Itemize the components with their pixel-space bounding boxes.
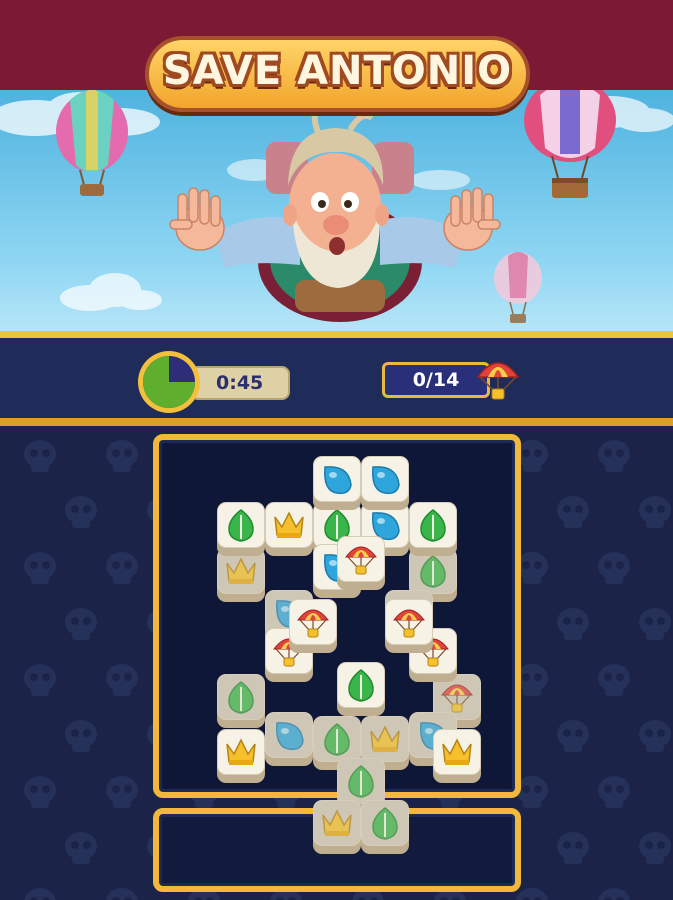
drop-icon [367,461,403,497]
skull-icon [106,552,138,584]
skull-icon [598,888,630,900]
board-tile[interactable] [265,712,313,768]
sky-scene [0,90,673,335]
crown-icon [223,734,259,770]
title-plate: SAVE ANTONIO [145,36,530,112]
crown-icon [319,805,355,841]
skull-icon [106,776,138,808]
skull-icon [24,552,56,584]
crown-icon [271,507,307,543]
leaf-icon [319,721,355,757]
hot-air-balloon-icon [494,252,542,323]
parachute-icon [343,541,379,577]
board-tile[interactable] [265,502,313,558]
crown-icon [223,553,259,589]
sky-illustration [0,90,673,323]
skull-icon [106,888,138,900]
skull-icon [557,608,589,640]
board-tile[interactable] [289,599,337,655]
antonio-character [169,105,501,322]
board-tile[interactable] [217,729,265,785]
skull-icon [24,664,56,696]
leaf-icon [415,553,451,589]
skull-icon [24,888,56,900]
parachute-icon [391,604,427,640]
board-tile[interactable] [433,729,481,785]
board-tile[interactable] [361,800,409,856]
skull-icon [598,776,630,808]
parachute-goal-icon [476,362,520,400]
status-bar-border [0,418,673,426]
board-tile[interactable] [217,674,265,730]
skull-icon [106,664,138,696]
parachute-icon [295,604,331,640]
skull-icon [598,552,630,584]
board-tile[interactable] [313,800,361,856]
skull-icon [24,440,56,472]
cloud-icon [60,273,162,311]
skull-icon [65,496,97,528]
timer-display: 0:45 [190,366,290,400]
board-tile[interactable] [337,662,385,718]
tile-stack [159,440,515,854]
hot-air-balloon-icon [524,90,616,198]
skull-icon [639,608,671,640]
parachute-icon [439,679,475,715]
skull-icon [65,832,97,864]
skull-icon [598,664,630,696]
leaf-icon [415,507,451,543]
game-board [153,434,521,854]
leaf-icon [223,507,259,543]
status-bar [0,338,673,422]
leaf-icon [367,805,403,841]
board-tile[interactable] [337,536,385,592]
sky-border [0,331,673,338]
drop-icon [319,461,355,497]
board-tile[interactable] [409,502,457,558]
board-tile[interactable] [361,456,409,512]
board-tile[interactable] [385,599,433,655]
skull-icon [557,832,589,864]
skull-icon [557,496,589,528]
skull-icon [639,720,671,752]
skull-icon [65,720,97,752]
leaf-icon [343,667,379,703]
skull-icon [598,440,630,472]
timer-clock-icon [138,351,200,413]
board-tile[interactable] [217,502,265,558]
skull-icon [24,776,56,808]
hot-air-balloon-icon [56,90,128,196]
leaf-icon [343,763,379,799]
skull-icon [639,832,671,864]
leaf-icon [223,679,259,715]
skull-icon [557,720,589,752]
skull-icon [106,440,138,472]
skull-icon [65,608,97,640]
level-title: SAVE ANTONIO [162,48,513,94]
skull-icon [639,496,671,528]
board-tile[interactable] [313,456,361,512]
drop-icon [271,717,307,753]
crown-icon [367,721,403,757]
timer-text: 0:45 [216,372,264,394]
crown-icon [439,734,475,770]
skull-icon [516,888,548,900]
goal-counter-text: 0/14 [412,369,460,391]
